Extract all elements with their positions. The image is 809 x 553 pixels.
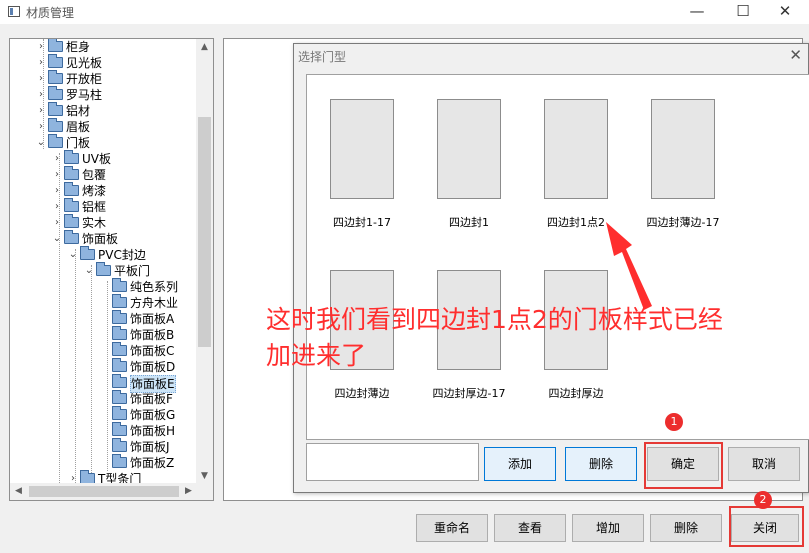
step-badge-2: 2 bbox=[754, 491, 772, 509]
highlight-confirm-box bbox=[644, 442, 723, 489]
highlight-close-box bbox=[729, 506, 804, 547]
annotation-text-line2: 加进来了 bbox=[266, 341, 367, 370]
material-manager-window: 材质管理 — ☐ ✕ › 柜身 › 见光板 › 开放柜 › 罗马柱 › 铝材 › 眉板 ⌄ 门板 › UV板 ›… bbox=[0, 0, 809, 553]
step-badge-1: 1 bbox=[665, 413, 683, 431]
annotation-text-line1: 这时我们看到四边封1点2的门板样式已经 bbox=[266, 305, 723, 334]
